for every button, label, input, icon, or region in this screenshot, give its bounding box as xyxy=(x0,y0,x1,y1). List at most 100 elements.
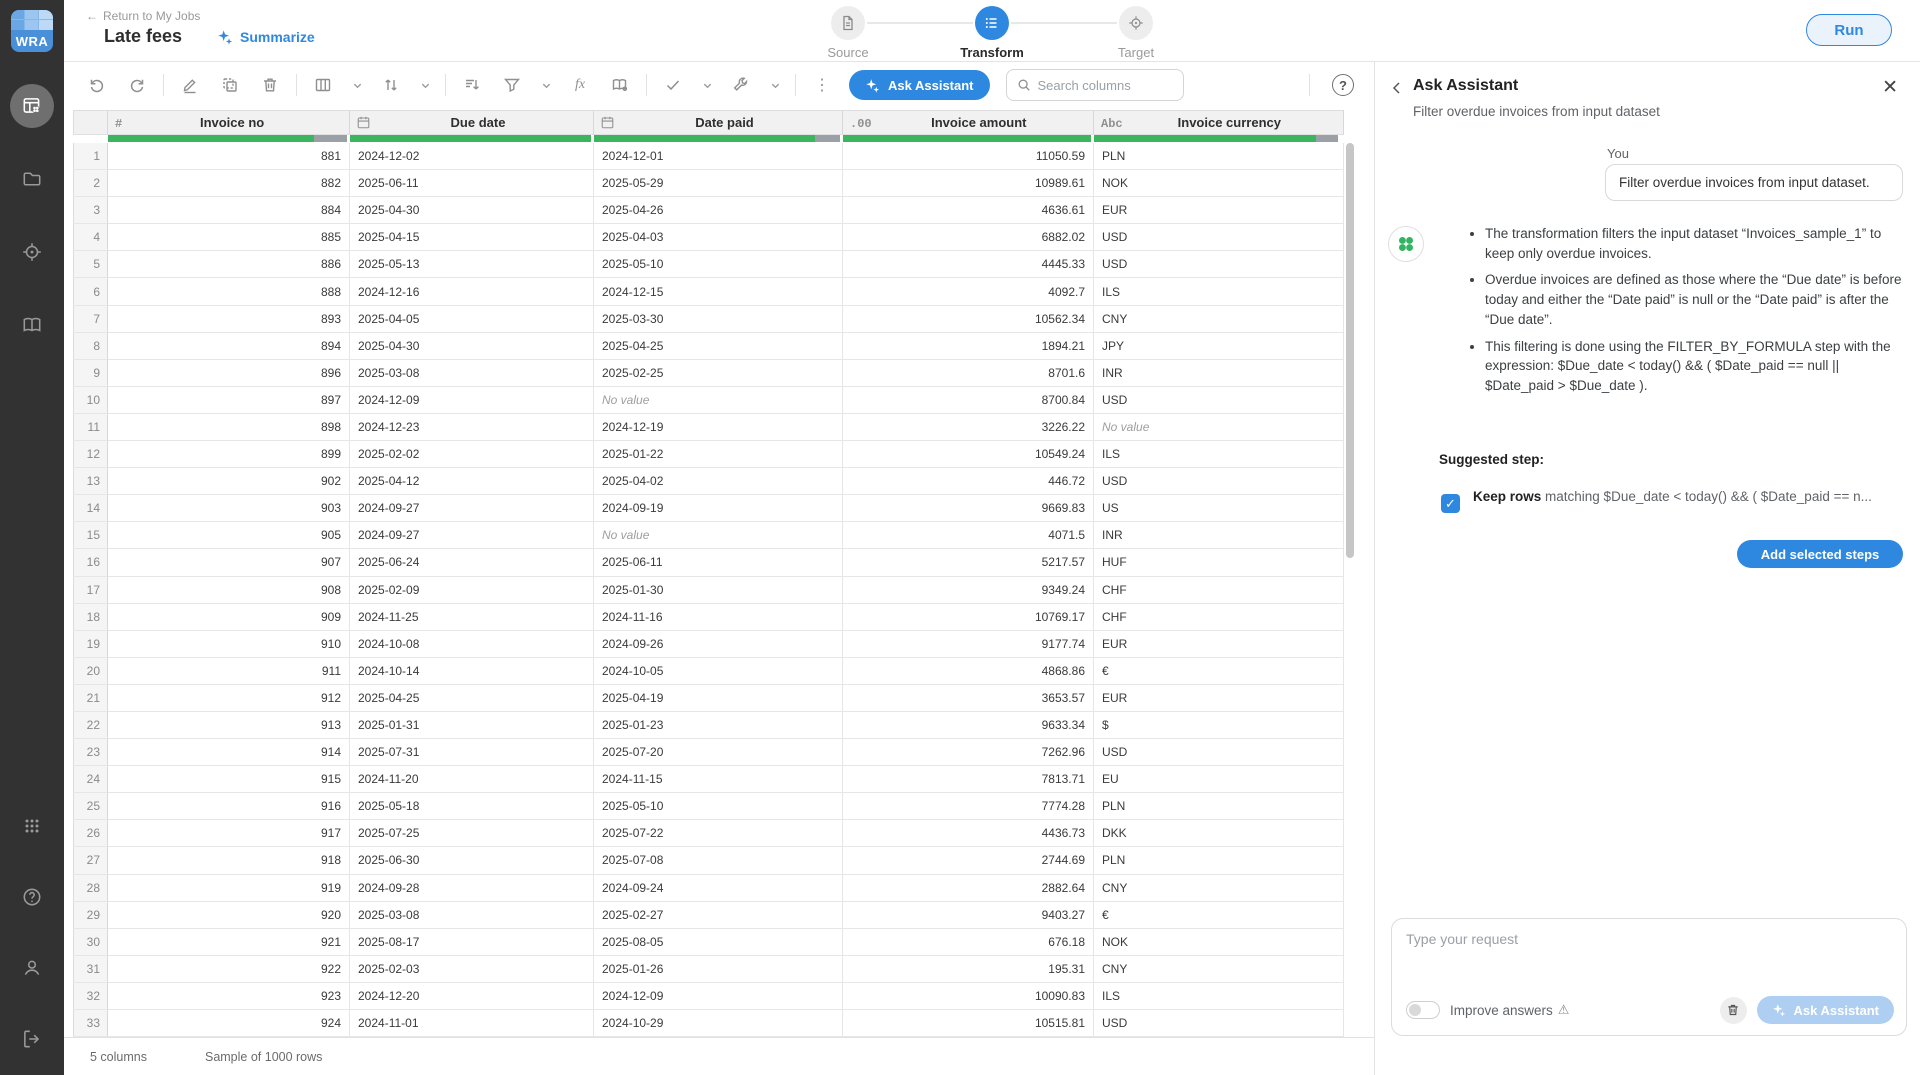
row-number[interactable]: 33 xyxy=(73,1010,108,1037)
table-cell[interactable]: 894 xyxy=(108,332,350,360)
row-number[interactable]: 26 xyxy=(73,820,108,848)
ask-assistant-button[interactable]: Ask Assistant xyxy=(849,70,990,100)
table-cell[interactable]: 886 xyxy=(108,251,350,279)
table-cell[interactable]: 676.18 xyxy=(843,928,1094,956)
table-cell[interactable]: NOK xyxy=(1094,170,1344,198)
table-cell[interactable]: CNY xyxy=(1094,874,1344,902)
table-cell[interactable]: 2025-05-13 xyxy=(350,251,594,279)
table-cell[interactable]: 6882.02 xyxy=(843,224,1094,252)
table-cell[interactable]: 3653.57 xyxy=(843,684,1094,712)
table-cell[interactable]: 2024-09-24 xyxy=(594,874,843,902)
clear-conversation-button[interactable] xyxy=(1719,996,1747,1024)
row-number[interactable]: 30 xyxy=(73,928,108,956)
table-cell[interactable]: 2024-09-26 xyxy=(594,630,843,658)
table-cell[interactable]: 902 xyxy=(108,468,350,496)
table-cell[interactable]: USD xyxy=(1094,224,1344,252)
table-cell[interactable]: USD xyxy=(1094,739,1344,767)
table-cell[interactable]: 916 xyxy=(108,793,350,821)
table-cell[interactable]: 2025-01-23 xyxy=(594,711,843,740)
table-cell[interactable]: 2025-04-25 xyxy=(594,332,843,360)
table-cell[interactable]: 921 xyxy=(108,928,350,956)
sidebar-item-transform[interactable] xyxy=(10,84,54,128)
table-cell[interactable]: 9633.34 xyxy=(843,711,1094,740)
table-cell[interactable]: USD xyxy=(1094,251,1344,279)
table-cell[interactable]: € xyxy=(1094,901,1344,929)
table-cell[interactable]: 912 xyxy=(108,684,350,712)
table-cell[interactable]: EU xyxy=(1094,766,1344,794)
row-number[interactable]: 1 xyxy=(73,143,108,171)
table-cell[interactable]: 2882.64 xyxy=(843,874,1094,902)
summarize-button[interactable]: Summarize xyxy=(217,29,315,45)
row-number[interactable]: 28 xyxy=(73,874,108,902)
panel-close-icon[interactable]: ✕ xyxy=(1882,76,1898,99)
columns-button[interactable] xyxy=(310,72,336,98)
table-cell[interactable]: No value xyxy=(594,522,843,550)
sort-rows-button[interactable] xyxy=(378,72,404,98)
validate-button[interactable] xyxy=(660,72,686,98)
table-cell[interactable]: ILS xyxy=(1094,982,1344,1010)
table-cell[interactable]: 2025-06-24 xyxy=(350,549,594,577)
table-cell[interactable]: 884 xyxy=(108,197,350,225)
table-cell[interactable]: 10090.83 xyxy=(843,982,1094,1010)
ask-assistant-submit-button[interactable]: Ask Assistant xyxy=(1756,996,1894,1024)
row-number[interactable]: 25 xyxy=(73,793,108,821)
table-cell[interactable]: 9177.74 xyxy=(843,630,1094,658)
row-number[interactable]: 7 xyxy=(73,305,108,333)
table-cell[interactable]: 2025-01-30 xyxy=(594,576,843,604)
table-cell[interactable]: 10549.24 xyxy=(843,441,1094,469)
table-cell[interactable]: 2024-09-19 xyxy=(594,495,843,523)
table-cell[interactable]: 2025-06-11 xyxy=(594,549,843,577)
table-cell[interactable]: 897 xyxy=(108,386,350,414)
group-rows-button[interactable] xyxy=(459,72,485,98)
table-cell[interactable]: 10989.61 xyxy=(843,170,1094,198)
table-cell[interactable]: 7262.96 xyxy=(843,739,1094,767)
row-number[interactable]: 21 xyxy=(73,684,108,712)
tools-dropdown-chevron[interactable] xyxy=(768,72,782,98)
table-cell[interactable]: 885 xyxy=(108,224,350,252)
table-cell[interactable]: 896 xyxy=(108,359,350,387)
edit-cell-button[interactable] xyxy=(177,72,203,98)
row-number[interactable]: 12 xyxy=(73,441,108,469)
step-source[interactable]: Source xyxy=(803,6,893,60)
filter-button[interactable] xyxy=(499,72,525,98)
table-cell[interactable]: 4436.73 xyxy=(843,820,1094,848)
table-cell[interactable]: US xyxy=(1094,495,1344,523)
panel-back-button[interactable] xyxy=(1389,80,1405,96)
table-cell[interactable]: 2024-09-28 xyxy=(350,874,594,902)
table-cell[interactable]: 905 xyxy=(108,522,350,550)
table-cell[interactable]: 910 xyxy=(108,630,350,658)
table-cell[interactable]: 2025-04-15 xyxy=(350,224,594,252)
table-cell[interactable]: 893 xyxy=(108,305,350,333)
table-cell[interactable]: PLN xyxy=(1094,143,1344,171)
table-cell[interactable]: 2025-04-30 xyxy=(350,197,594,225)
sidebar-item-library[interactable] xyxy=(10,303,54,347)
table-cell[interactable]: 911 xyxy=(108,657,350,685)
table-cell[interactable]: 2024-12-23 xyxy=(350,413,594,442)
column-header-due-date[interactable]: Due date xyxy=(350,110,594,135)
table-cell[interactable]: 2025-04-02 xyxy=(594,468,843,496)
table-cell[interactable]: 11050.59 xyxy=(843,143,1094,171)
table-cell[interactable]: 2024-11-16 xyxy=(594,603,843,631)
table-cell[interactable]: 1894.21 xyxy=(843,332,1094,360)
table-cell[interactable]: 2025-03-08 xyxy=(350,359,594,387)
run-button[interactable]: Run xyxy=(1806,14,1892,46)
sidebar-item-logout[interactable] xyxy=(10,1017,54,1061)
row-number[interactable]: 8 xyxy=(73,332,108,360)
row-number[interactable]: 24 xyxy=(73,766,108,794)
row-number[interactable]: 23 xyxy=(73,739,108,767)
table-cell[interactable]: 908 xyxy=(108,576,350,604)
table-cell[interactable]: 2025-04-03 xyxy=(594,224,843,252)
help-button[interactable]: ? xyxy=(1332,74,1354,96)
table-cell[interactable]: 10515.81 xyxy=(843,1010,1094,1037)
table-cell[interactable]: 898 xyxy=(108,413,350,442)
table-cell[interactable]: 2024-10-14 xyxy=(350,657,594,685)
table-cell[interactable]: 2024-11-25 xyxy=(350,603,594,631)
table-cell[interactable]: 10769.17 xyxy=(843,603,1094,631)
table-cell[interactable]: 2025-07-25 xyxy=(350,820,594,848)
table-cell[interactable]: 4071.5 xyxy=(843,522,1094,550)
row-number[interactable]: 20 xyxy=(73,657,108,685)
column-header-invoice-no[interactable]: # Invoice no xyxy=(108,110,350,135)
table-cell[interactable]: No value xyxy=(1094,413,1344,442)
table-cell[interactable]: 4092.7 xyxy=(843,278,1094,306)
column-header-invoice-amount[interactable]: .00 Invoice amount xyxy=(843,110,1094,135)
